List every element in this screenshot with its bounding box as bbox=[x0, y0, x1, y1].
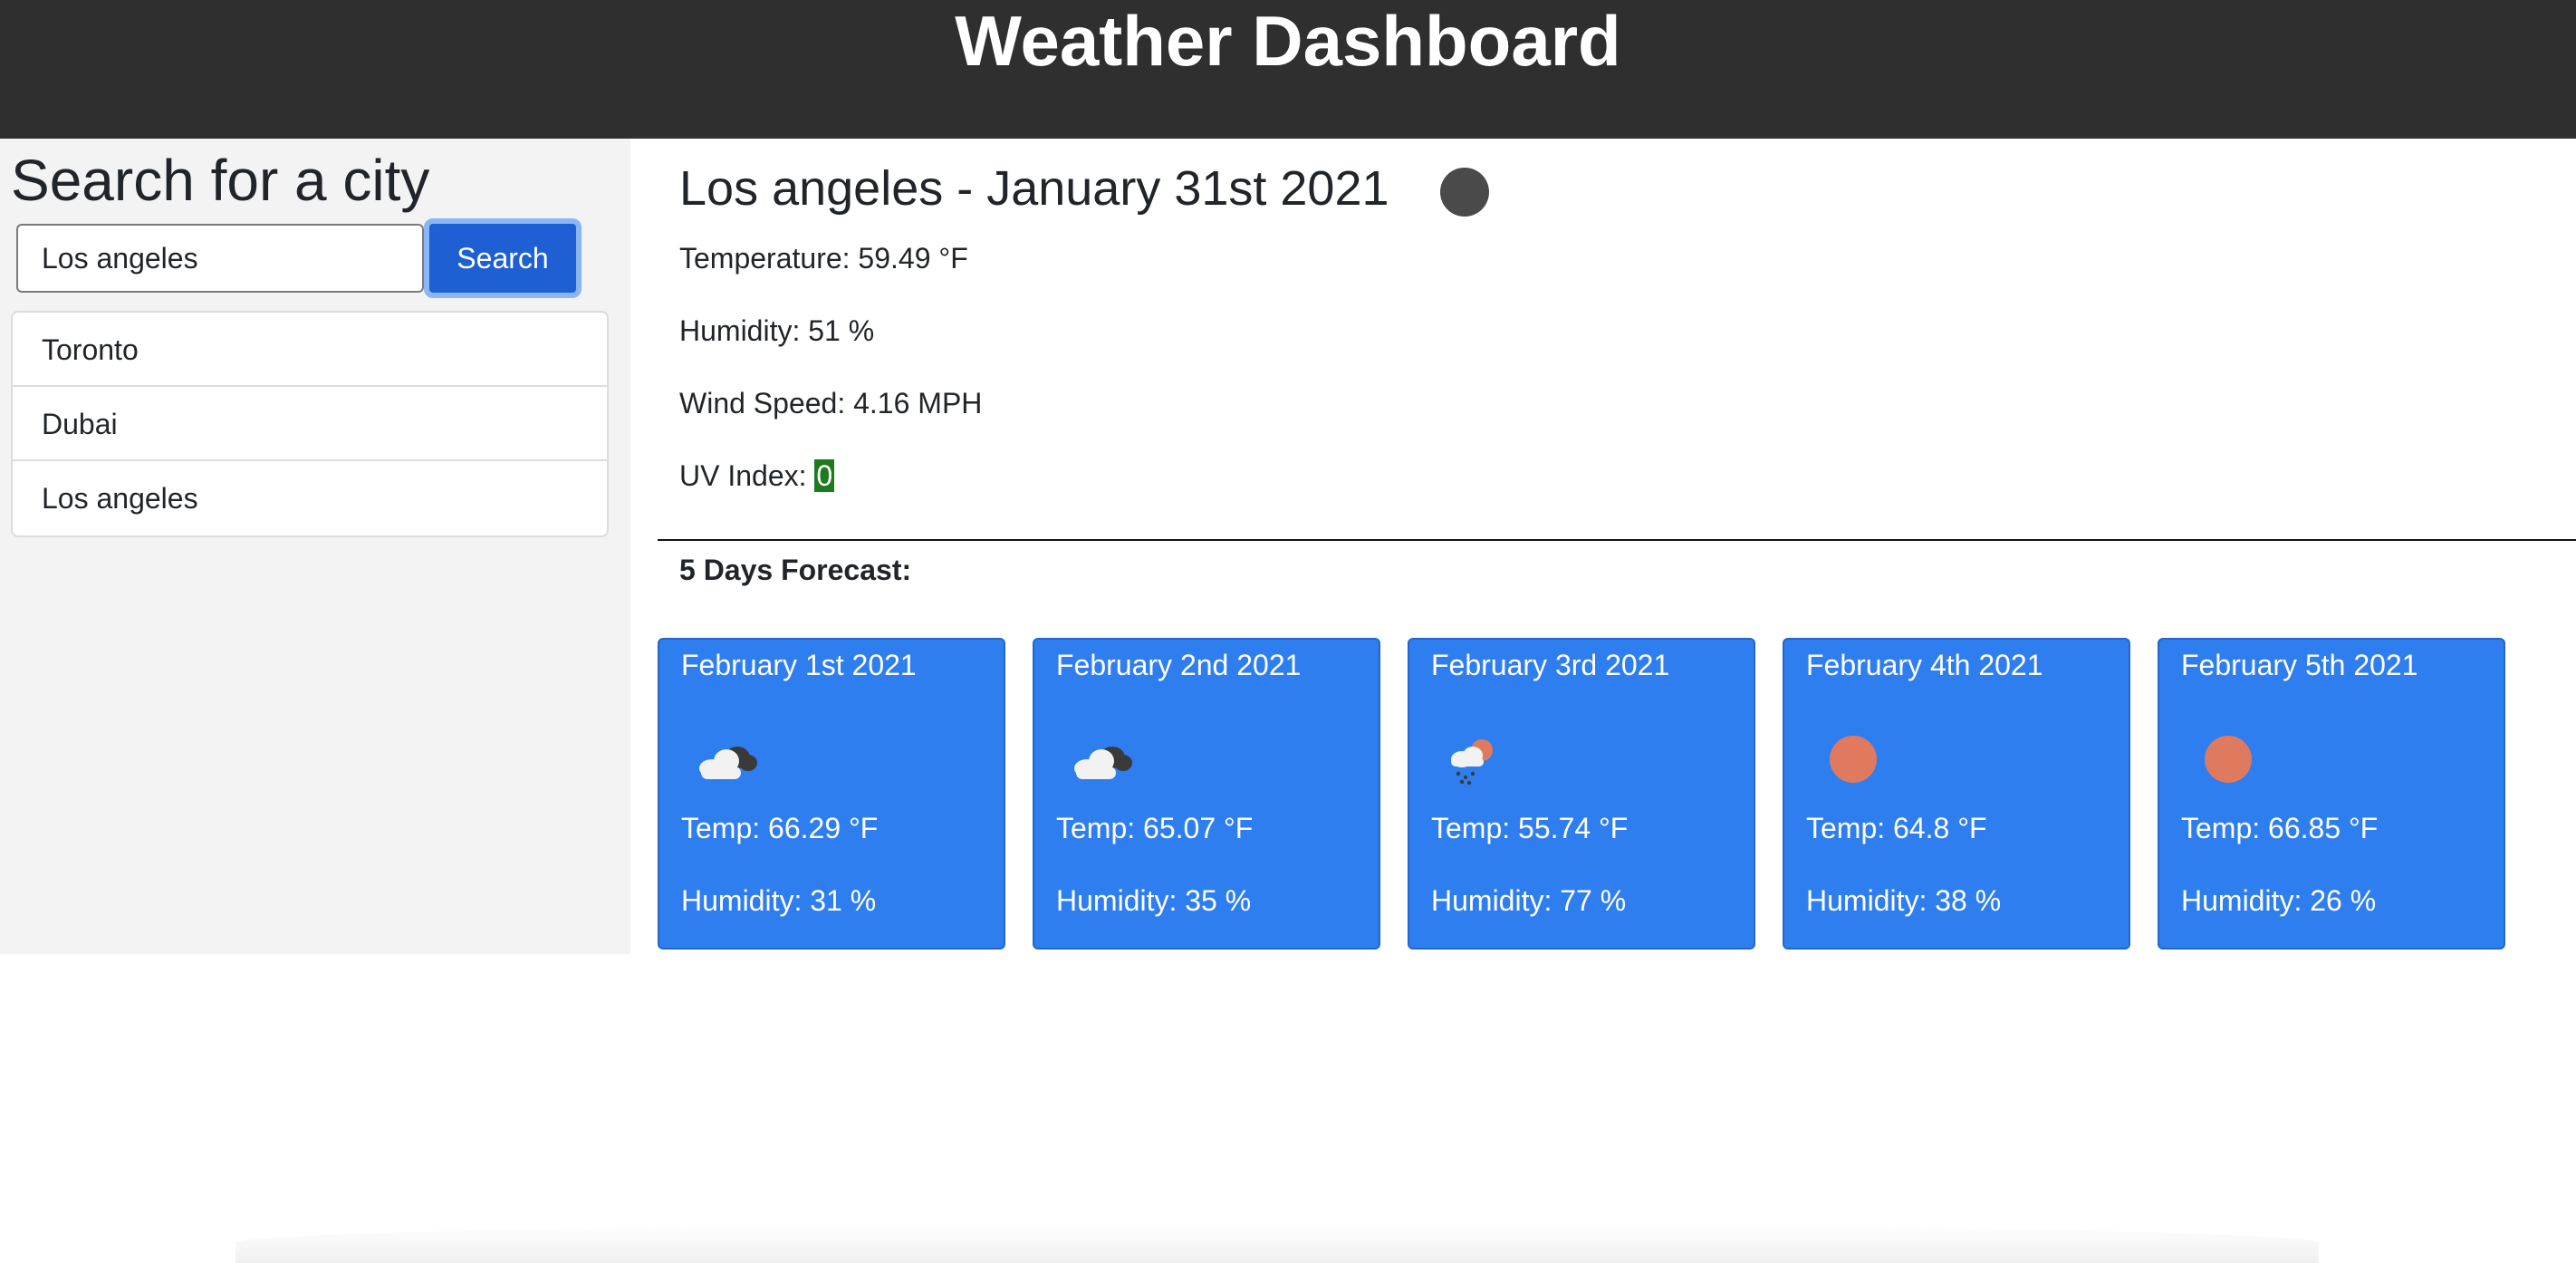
history-item-dubai[interactable]: Dubai bbox=[13, 387, 607, 461]
cloudy-icon bbox=[1074, 747, 1132, 779]
history-item-los-angeles[interactable]: Los angeles bbox=[13, 461, 607, 535]
sidebar: Search for a city Search Toronto Dubai L… bbox=[0, 139, 630, 954]
forecast-heading: 5 Days Forecast: bbox=[679, 554, 912, 586]
forecast-card: February 5th 2021 Temp: 66.85 °F Humidit… bbox=[2158, 638, 2505, 950]
forecast-humidity: Humidity: 26 % bbox=[2181, 884, 2377, 917]
city-search-input[interactable] bbox=[16, 224, 424, 293]
forecast-humidity: Humidity: 35 % bbox=[1056, 884, 1252, 917]
uv-label: UV Index: bbox=[679, 459, 815, 492]
main-content: Los angeles - January 31st 2021 Temperat… bbox=[658, 139, 2576, 954]
forecast-humidity: Humidity: 31 % bbox=[681, 884, 877, 917]
current-wind-speed: Wind Speed: 4.16 MPH bbox=[679, 387, 983, 419]
forecast-card: February 1st 2021 Temp: 66.29 °F Humidit… bbox=[658, 638, 1005, 950]
search-button[interactable]: Search bbox=[424, 218, 582, 298]
forecast-card: February 2nd 2021 Temp: 65.07 °F Humidit… bbox=[1033, 638, 1380, 950]
forecast-temp: Temp: 65.07 °F bbox=[1056, 812, 1254, 844]
forecast-temp: Temp: 55.74 °F bbox=[1431, 812, 1629, 844]
forecast-temp: Temp: 66.29 °F bbox=[681, 812, 879, 844]
page-bottom-shadow bbox=[235, 1223, 2319, 1263]
uv-badge: 0 bbox=[814, 459, 835, 492]
forecast-temp: Temp: 64.8 °F bbox=[1806, 812, 1987, 844]
page-title: Weather Dashboard bbox=[955, 1, 1621, 81]
search-history-list: Toronto Dubai Los angeles bbox=[11, 311, 609, 537]
history-item-toronto[interactable]: Toronto bbox=[13, 313, 607, 387]
forecast-date: February 4th 2021 bbox=[1806, 649, 2043, 681]
cloudy-icon bbox=[699, 747, 757, 779]
top-header: Weather Dashboard bbox=[0, 0, 2576, 139]
current-temperature: Temperature: 59.49 °F bbox=[679, 242, 968, 275]
divider bbox=[658, 539, 2576, 541]
forecast-card: February 3rd 2021 Temp: 55.74 °F Humidit… bbox=[1408, 638, 1755, 950]
current-humidity: Humidity: 51 % bbox=[679, 314, 875, 347]
forecast-temp: Temp: 66.85 °F bbox=[2181, 812, 2379, 844]
forecast-card: February 4th 2021 Temp: 64.8 °F Humidity… bbox=[1783, 638, 2130, 950]
forecast-humidity: Humidity: 38 % bbox=[1806, 884, 2002, 917]
forecast-humidity: Humidity: 77 % bbox=[1431, 884, 1627, 917]
current-city-title: Los angeles - January 31st 2021 bbox=[679, 161, 1389, 216]
forecast-date: February 3rd 2021 bbox=[1431, 649, 1670, 681]
night-clear-icon bbox=[1440, 168, 1489, 217]
forecast-date: February 2nd 2021 bbox=[1056, 649, 1302, 681]
sun-icon bbox=[1830, 736, 1877, 783]
forecast-date: February 5th 2021 bbox=[2181, 649, 2418, 681]
current-uv-index: UV Index: 0 bbox=[679, 458, 835, 494]
sun-icon bbox=[2205, 736, 2252, 783]
forecast-date: February 1st 2021 bbox=[681, 649, 917, 681]
search-heading: Search for a city bbox=[11, 148, 430, 213]
snow-sun-icon bbox=[1451, 739, 1493, 786]
